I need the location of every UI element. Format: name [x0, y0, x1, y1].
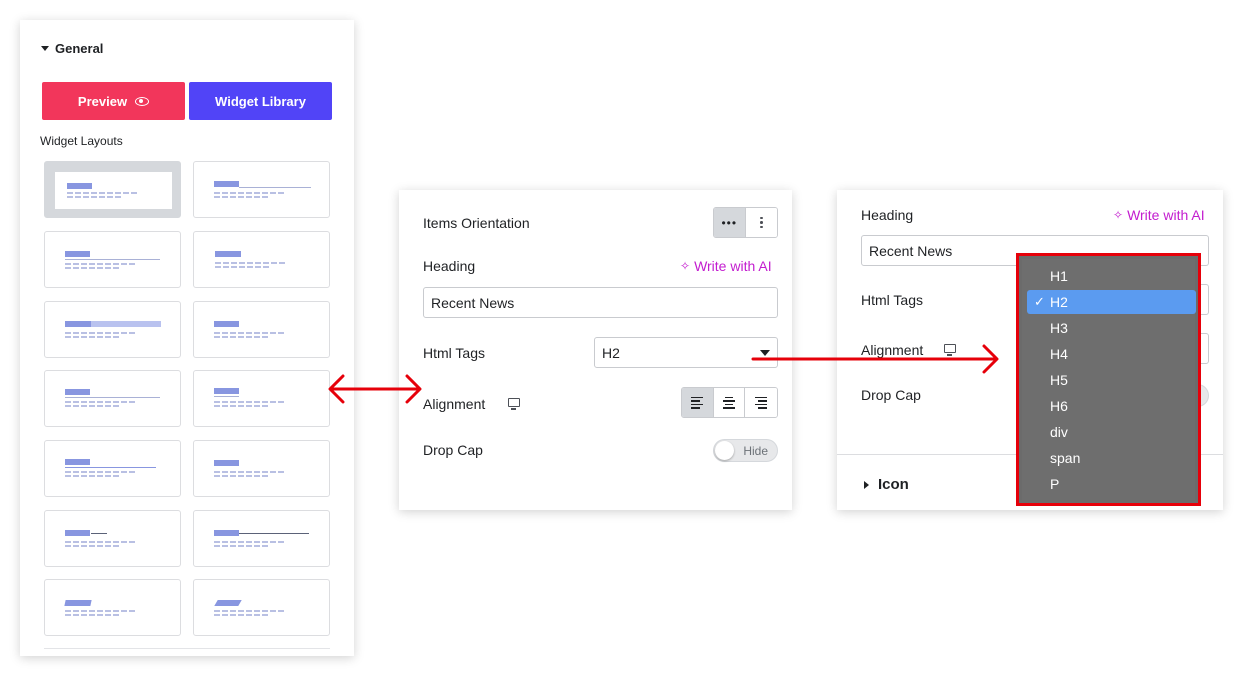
double-arrow-icon	[328, 374, 422, 404]
annotation-arrows	[328, 344, 999, 404]
right-arrow-icon	[751, 344, 999, 374]
